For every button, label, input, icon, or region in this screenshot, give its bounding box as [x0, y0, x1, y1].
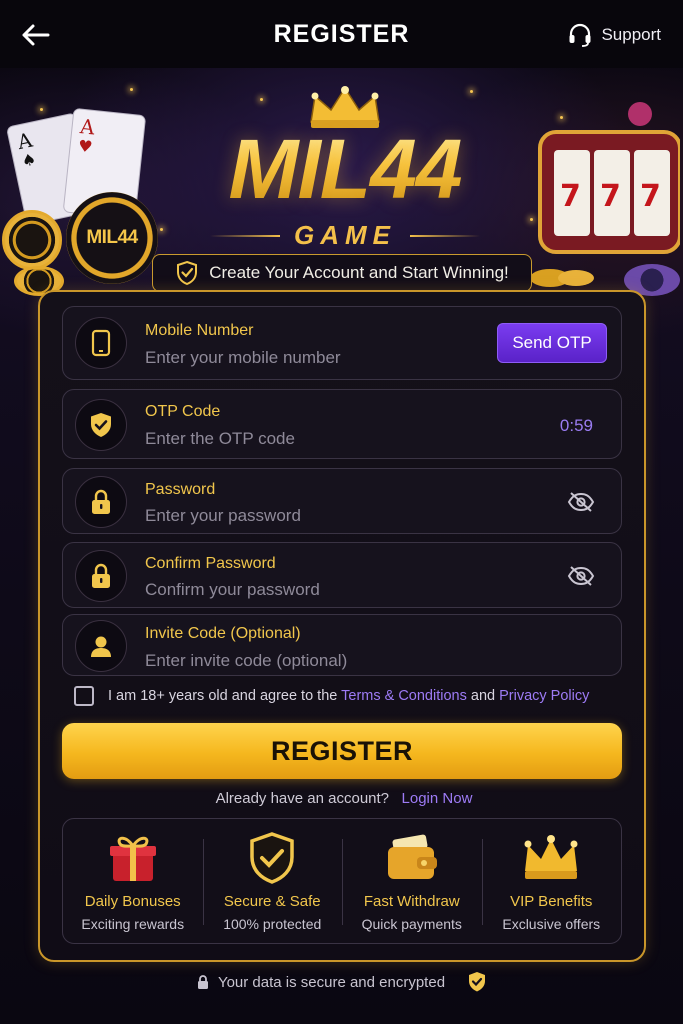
support-button[interactable]: Support [567, 20, 661, 50]
lock-icon [197, 975, 208, 989]
shield-check-icon [177, 260, 198, 286]
secure-text: Your data is secure and encrypted [217, 973, 446, 991]
top-bar: REGISTER Support [0, 0, 683, 68]
benefit-title: Fast Withdraw [363, 893, 460, 910]
agree-checkbox[interactable] [74, 686, 94, 706]
mobile-number-input[interactable] [145, 347, 475, 369]
toggle-password-visibility[interactable] [567, 491, 595, 513]
tagline-text: Create Your Account and Start Winning! [209, 263, 509, 282]
login-now-link[interactable]: Login Now [402, 790, 473, 807]
register-form-card: Mobile Number Send OTP OTP Code 0:59 [38, 290, 646, 962]
svg-text:7: 7 [560, 179, 581, 214]
agree-text: I am 18+ years old and agree to the [108, 688, 338, 704]
terms-link[interactable]: Terms & Conditions [341, 688, 467, 704]
otp-timer: 0:59 [559, 416, 593, 435]
invite-code-label: Invite Code (Optional) [145, 625, 301, 642]
crown-icon [524, 835, 578, 879]
field-icon-badge [75, 399, 127, 451]
shield-icon [250, 832, 294, 884]
toggle-confirm-password-visibility[interactable] [567, 565, 595, 587]
benefit-title: Daily Bonuses [84, 893, 181, 910]
login-prompt-row: Already have an account? Login Now [40, 790, 648, 807]
benefit-title: VIP Benefits [510, 893, 593, 910]
phone-icon [91, 329, 111, 357]
benefit-subtitle: Exciting rewards [81, 916, 185, 932]
chip-logo-text: MIL44 [86, 227, 138, 248]
agree-and-text: and [470, 688, 496, 704]
confirm-password-field[interactable]: Confirm Password [62, 542, 622, 608]
mobile-number-field[interactable]: Mobile Number Send OTP [62, 306, 622, 380]
back-button[interactable] [18, 20, 52, 50]
gift-icon [109, 836, 156, 881]
logo-subtitle-row: GAME [170, 220, 520, 251]
field-icon-badge [75, 317, 127, 369]
user-icon [91, 636, 111, 657]
password-input[interactable] [145, 505, 475, 527]
secure-data-notice: Your data is secure and encrypted [0, 970, 683, 994]
brand-logo: MIL44 GAME [170, 84, 520, 264]
benefit-daily-bonuses: Daily Bonuses Exciting rewards [63, 819, 203, 943]
invite-code-input[interactable] [145, 650, 475, 672]
eye-off-icon [567, 492, 595, 512]
otp-code-label: OTP Code [145, 403, 221, 420]
terms-agreement-row: I am 18+ years old and agree to the Term… [74, 686, 589, 706]
support-label: Support [601, 25, 661, 44]
poker-chip [2, 210, 62, 270]
password-field[interactable]: Password [62, 468, 622, 534]
logo-subtitle: GAME [294, 220, 396, 250]
lock-icon [92, 489, 110, 514]
benefits-panel: Daily Bonuses Exciting rewards Secure & … [62, 818, 622, 944]
logo-title: MIL44 [170, 124, 520, 214]
benefit-fast-withdraw: Fast Withdraw Quick payments [342, 819, 482, 943]
field-icon-badge [75, 550, 127, 602]
privacy-policy-link[interactable]: Privacy Policy [499, 688, 589, 704]
wallet-icon [387, 834, 437, 879]
chip-logo: MIL44 [66, 192, 158, 284]
benefit-secure-safe: Secure & Safe 100% protected [202, 819, 343, 943]
mobile-number-label: Mobile Number [145, 322, 254, 339]
field-icon-badge [75, 476, 127, 528]
divider [210, 234, 280, 237]
confirm-password-input[interactable] [145, 579, 475, 601]
sparkle [130, 88, 133, 91]
tagline-banner: Create Your Account and Start Winning! [152, 254, 532, 292]
page-title: REGISTER [273, 19, 410, 48]
divider [410, 234, 480, 237]
terms-text: I am 18+ years old and agree to the Term… [108, 688, 589, 704]
hero-banner: A ♠ A ♥ MIL44 MIL44 GAME 7 7 7 Create Yo… [0, 68, 683, 298]
otp-code-input[interactable] [145, 428, 475, 450]
arrow-left-icon [22, 24, 50, 46]
shield-check-icon [91, 413, 111, 437]
login-prompt: Already have an account? [215, 790, 390, 807]
svg-text:♥: ♥ [77, 136, 93, 156]
svg-text:7: 7 [600, 179, 621, 214]
register-button[interactable]: REGISTER [62, 723, 622, 779]
benefit-subtitle: 100% protected [223, 916, 322, 932]
benefit-title: Secure & Safe [223, 893, 321, 910]
send-otp-button[interactable]: Send OTP [497, 323, 607, 363]
benefit-subtitle: Exclusive offers [502, 916, 601, 932]
eye-off-icon [567, 566, 595, 586]
field-icon-badge [75, 620, 127, 672]
sparkle [160, 228, 163, 231]
otp-code-field[interactable]: OTP Code 0:59 [62, 389, 622, 459]
shield-check-icon [469, 972, 486, 992]
invite-code-field[interactable]: Invite Code (Optional) [62, 614, 622, 676]
svg-text:7: 7 [640, 179, 661, 214]
password-label: Password [145, 481, 216, 498]
lock-icon [92, 563, 110, 588]
confirm-password-label: Confirm Password [145, 555, 276, 572]
benefit-vip: VIP Benefits Exclusive offers [481, 819, 622, 943]
register-screen: REGISTER Support A ♠ A ♥ MIL44 MIL44 GAM… [0, 0, 683, 1024]
benefit-subtitle: Quick payments [361, 916, 462, 932]
headset-icon [569, 23, 591, 47]
